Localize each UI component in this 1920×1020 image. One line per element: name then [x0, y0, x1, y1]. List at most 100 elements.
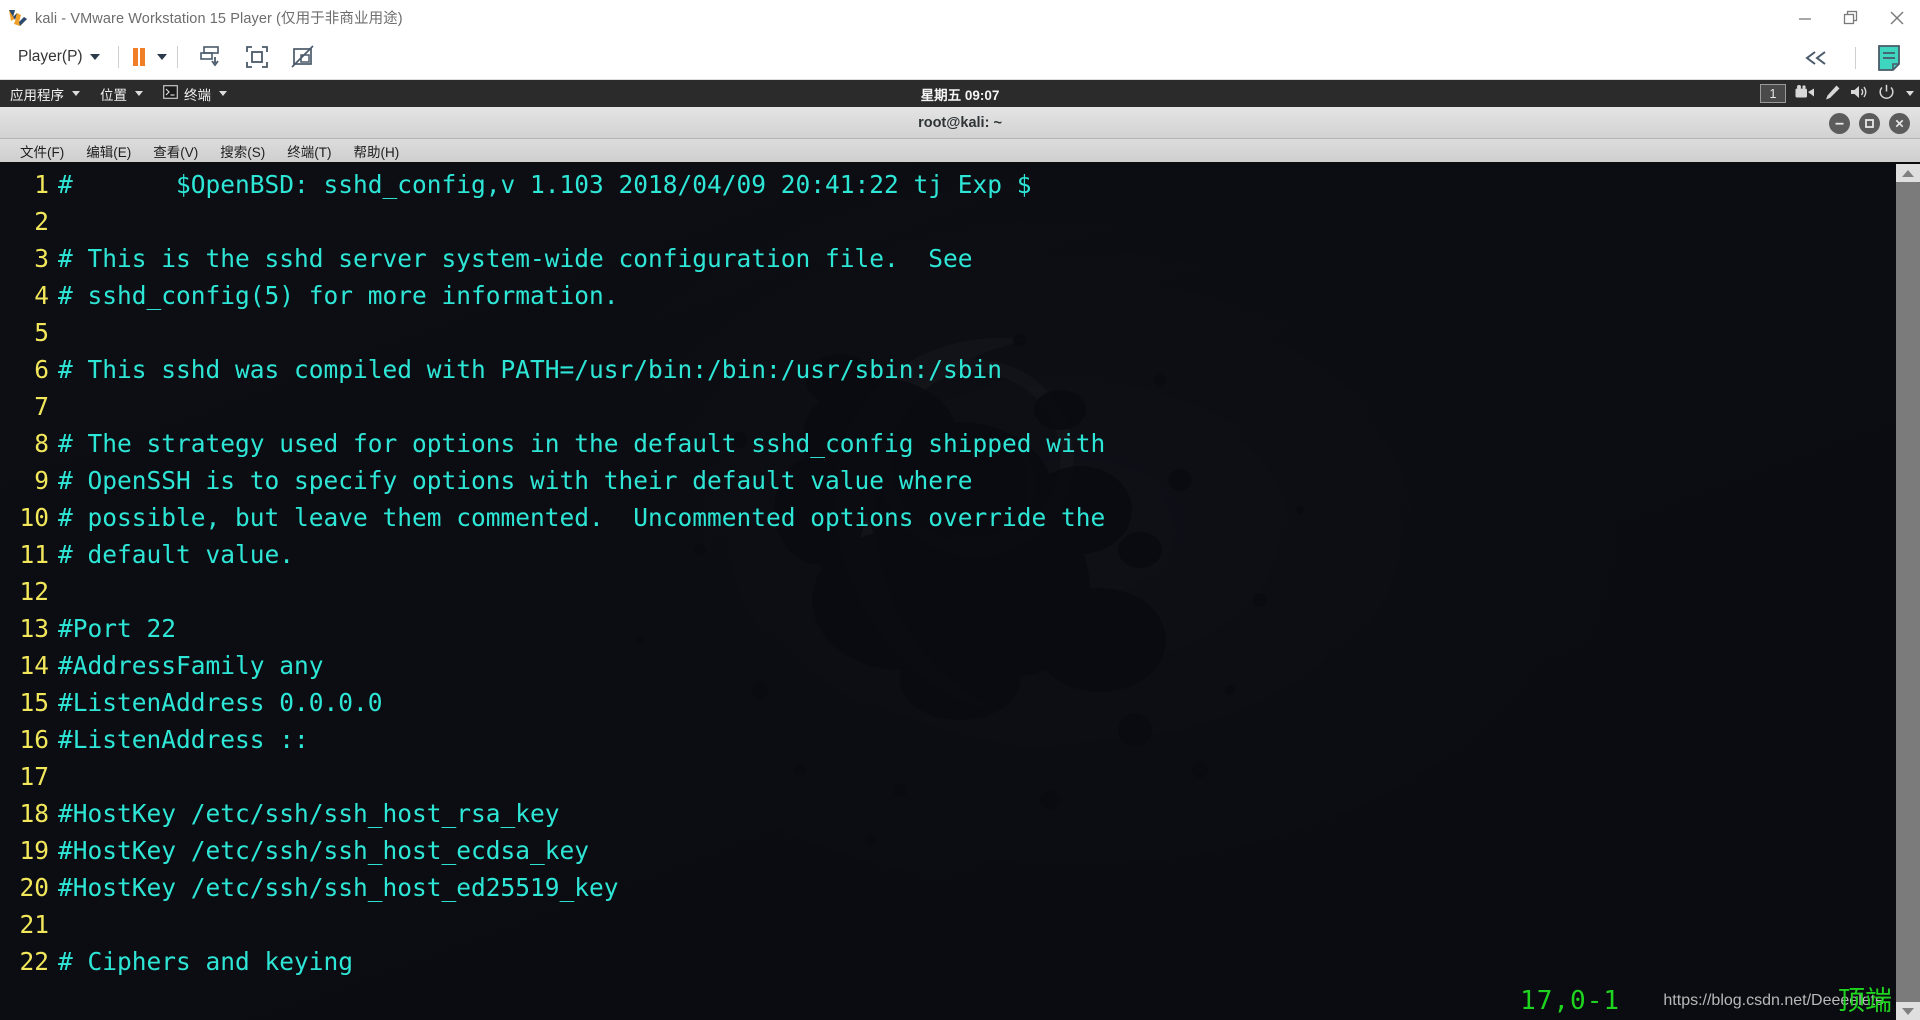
line-text: # The strategy used for options in the d… — [58, 429, 1106, 458]
editor-line[interactable]: 15 #ListenAddress 0.0.0.0 — [0, 684, 1896, 721]
terminal-body[interactable]: 1 # $OpenBSD: sshd_config,v 1.103 2018/04… — [0, 164, 1920, 1020]
gnome-top-panel: 应用程序 位置 终端 星期五 09:07 1 — [0, 80, 1920, 107]
editor-line[interactable]: 9 # OpenSSH is to specify options with th… — [0, 462, 1896, 499]
editor-line[interactable]: 2 — [0, 203, 1896, 240]
line-number: 1 — [34, 170, 49, 199]
editor-line[interactable]: 18 #HostKey /etc/ssh/ssh_host_rsa_key — [0, 795, 1896, 832]
line-text: # Ciphers and keying — [58, 947, 354, 976]
panel-applications-label: 应用程序 — [10, 87, 64, 103]
editor-line[interactable]: 10 # possible, but leave them commented. … — [0, 499, 1896, 536]
notes-icon[interactable] — [1866, 44, 1912, 72]
menu-edit[interactable]: 编辑(E) — [75, 138, 142, 163]
vmware-player-window: kali - VMware Workstation 15 Player (仅用于… — [0, 0, 1920, 1020]
line-number: 14 — [19, 651, 49, 680]
line-text: #ListenAddress :: — [58, 725, 309, 754]
terminal-maximize-button[interactable] — [1859, 112, 1880, 134]
unity-mode-disabled-icon[interactable] — [280, 44, 326, 70]
line-number: 15 — [19, 688, 49, 717]
editor-line[interactable]: 7 — [0, 388, 1896, 425]
editor-line[interactable]: 16 #ListenAddress :: — [0, 721, 1896, 758]
terminal-menubar: 文件(F) 编辑(E) 查看(V) 搜索(S) 终端(T) 帮助(H) — [0, 139, 1920, 164]
editor-line[interactable]: 12 — [0, 573, 1896, 610]
editor-line[interactable]: 8 # The strategy used for options in the … — [0, 425, 1896, 462]
menu-terminal[interactable]: 终端(T) — [276, 138, 342, 163]
panel-applications-menu[interactable]: 应用程序 — [0, 80, 90, 107]
vim-status-position: 17,0-1 — [1520, 986, 1620, 1016]
scroll-down-icon[interactable] — [1896, 1002, 1920, 1020]
guest-screen: vmware-tools- distrib 应用程序 位置 — [0, 80, 1920, 1020]
scrollbar-track[interactable] — [1896, 182, 1920, 1002]
chevron-down-icon — [135, 91, 143, 96]
terminal-title: root@kali: ~ — [918, 114, 1002, 131]
menu-search[interactable]: 搜索(S) — [209, 138, 276, 163]
editor-line[interactable]: 4 # sshd_config(5) for more information. — [0, 277, 1896, 314]
editor-line[interactable]: 22 # Ciphers and keying — [0, 943, 1896, 980]
toolbar-separator — [117, 46, 119, 68]
vim-editor-content[interactable]: 1 # $OpenBSD: sshd_config,v 1.103 2018/04… — [0, 166, 1896, 1020]
line-number: 17 — [19, 762, 49, 791]
scroll-up-icon[interactable] — [1896, 164, 1920, 182]
toolbar-separator-2 — [176, 46, 178, 68]
menu-view[interactable]: 查看(V) — [142, 138, 209, 163]
line-number: 6 — [34, 355, 49, 384]
line-number: 20 — [19, 873, 49, 902]
editor-line[interactable]: 17 — [0, 758, 1896, 795]
terminal-window: root@kali: ~ 文件(F) 编辑(E) 查看(V) 搜索(S) 终端(… — [0, 107, 1920, 1020]
menu-help[interactable]: 帮助(H) — [343, 138, 411, 163]
line-number: 8 — [34, 429, 49, 458]
editor-line[interactable]: 19 #HostKey /etc/ssh/ssh_host_ecdsa_key — [0, 832, 1896, 869]
pause-chevron-down-icon[interactable] — [156, 54, 167, 60]
fullscreen-icon[interactable] — [234, 44, 280, 70]
panel-places-label: 位置 — [100, 87, 127, 103]
editor-line[interactable]: 20 #HostKey /etc/ssh/ssh_host_ed25519_key — [0, 869, 1896, 906]
terminal-titlebar: root@kali: ~ — [0, 107, 1920, 139]
panel-places-menu[interactable]: 位置 — [90, 80, 153, 107]
editor-line[interactable]: 14 #AddressFamily any — [0, 647, 1896, 684]
terminal-close-button[interactable] — [1889, 112, 1910, 134]
editor-line[interactable]: 1 # $OpenBSD: sshd_config,v 1.103 2018/04… — [0, 166, 1896, 203]
editor-line[interactable]: 21 — [0, 906, 1896, 943]
vmware-window-title: kali - VMware Workstation 15 Player (仅用于… — [35, 11, 403, 27]
send-keys-icon[interactable] — [188, 44, 234, 70]
line-number: 11 — [19, 540, 49, 569]
line-number: 2 — [34, 207, 49, 236]
terminal-scrollbar[interactable] — [1896, 164, 1920, 1020]
terminal-minimize-button[interactable] — [1829, 112, 1850, 134]
pause-icon[interactable] — [129, 46, 149, 68]
editor-line[interactable]: 5 — [0, 314, 1896, 351]
close-button[interactable] — [1874, 0, 1920, 35]
line-text: #HostKey /etc/ssh/ssh_host_rsa_key — [58, 799, 560, 828]
minimize-button[interactable] — [1782, 0, 1828, 35]
restore-button[interactable] — [1828, 0, 1874, 35]
line-text: # sshd_config(5) for more information. — [58, 281, 619, 310]
editor-line[interactable]: 11 # default value. — [0, 536, 1896, 573]
line-number: 4 — [34, 281, 49, 310]
line-number: 9 — [34, 466, 49, 495]
line-number: 12 — [19, 577, 49, 606]
vmware-window-controls — [1782, 0, 1920, 35]
editor-line[interactable]: 6 # This sshd was compiled with PATH=/usr… — [0, 351, 1896, 388]
speaker-icon[interactable] — [1850, 84, 1869, 103]
panel-terminal-launcher[interactable]: 终端 — [153, 80, 237, 107]
double-chevron-left-icon[interactable] — [1787, 49, 1845, 67]
workspace-switcher[interactable]: 1 — [1760, 84, 1786, 103]
line-text: # possible, but leave them commented. Un… — [58, 503, 1106, 532]
chevron-down-icon — [72, 91, 80, 96]
editor-line[interactable]: 3 # This is the sshd server system-wide c… — [0, 240, 1896, 277]
terminal-window-buttons — [1829, 107, 1910, 139]
line-number: 7 — [34, 392, 49, 421]
line-text: #Port 22 — [58, 614, 177, 643]
toolbar-separator-3 — [1855, 46, 1856, 69]
panel-terminal-label: 终端 — [184, 87, 211, 103]
vmware-toolbar-right — [1787, 35, 1912, 80]
vim-status-scroll: 顶端 — [1838, 986, 1892, 1016]
video-camera-icon[interactable] — [1795, 84, 1815, 103]
editor-line[interactable]: 13 #Port 22 — [0, 610, 1896, 647]
chevron-down-icon[interactable] — [1906, 91, 1914, 96]
player-menu-button[interactable]: Player(P) — [10, 44, 108, 70]
pen-icon[interactable] — [1824, 84, 1841, 104]
menu-file[interactable]: 文件(F) — [9, 138, 75, 163]
player-menu-label: Player(P) — [18, 48, 83, 65]
line-text: # $OpenBSD: sshd_config,v 1.103 2018/04/… — [58, 170, 1032, 199]
power-icon[interactable] — [1878, 84, 1895, 104]
